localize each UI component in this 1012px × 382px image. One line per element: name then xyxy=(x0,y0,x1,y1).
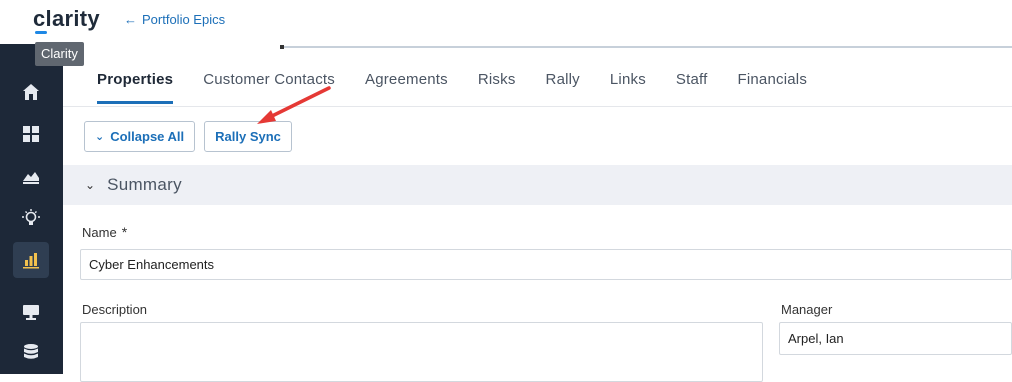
chevron-down-icon: ⌄ xyxy=(95,131,105,143)
monitor-icon xyxy=(23,305,39,320)
sidebar-item-projects[interactable] xyxy=(13,294,49,330)
tab-rally[interactable]: Rally xyxy=(531,58,595,104)
back-arrow-icon: ← xyxy=(124,12,137,27)
name-label-text: Name xyxy=(82,225,117,240)
tab-customer-contacts[interactable]: Customer Contacts xyxy=(188,58,350,104)
tabs-divider xyxy=(63,106,1012,107)
sidebar-item-dashboard[interactable] xyxy=(13,116,49,152)
tab-bar: Properties Customer Contacts Agreements … xyxy=(82,58,822,106)
collapse-all-button[interactable]: ⌄ Collapse All xyxy=(84,121,196,152)
tab-agreements[interactable]: Agreements xyxy=(350,58,463,104)
sidebar-item-ideas[interactable] xyxy=(13,200,49,236)
clarity-logo[interactable]: clarity xyxy=(33,6,100,32)
logo-accent xyxy=(35,31,47,34)
logo-tooltip: Clarity xyxy=(35,42,84,66)
name-label: Name * xyxy=(82,224,127,240)
description-field[interactable] xyxy=(80,322,763,382)
summary-section-header[interactable]: ⌄ Summary xyxy=(63,165,1012,205)
section-title: Summary xyxy=(107,175,182,194)
header-divider xyxy=(280,46,1012,48)
name-field[interactable]: Cyber Enhancements xyxy=(80,249,1012,280)
rally-sync-button[interactable]: Rally Sync xyxy=(204,121,292,152)
bar-chart-icon xyxy=(23,253,39,269)
required-marker: * xyxy=(121,224,128,240)
sidebar-item-home[interactable] xyxy=(13,74,49,110)
mountain-chart-icon xyxy=(23,172,39,184)
collapse-all-label: Collapse All xyxy=(110,129,185,144)
database-icon xyxy=(24,344,38,359)
manager-field[interactable]: Arpel, Ian xyxy=(779,322,1012,355)
description-label: Description xyxy=(82,302,148,317)
tab-links[interactable]: Links xyxy=(595,58,661,104)
tab-properties[interactable]: Properties xyxy=(82,58,188,104)
sidebar-item-portfolios[interactable] xyxy=(13,242,49,278)
chevron-down-icon: ⌄ xyxy=(85,178,96,192)
tab-risks[interactable]: Risks xyxy=(463,58,531,104)
toolbar: ⌄ Collapse All Rally Sync xyxy=(84,121,292,152)
rally-sync-label: Rally Sync xyxy=(215,129,281,144)
sidebar xyxy=(0,44,63,374)
home-icon xyxy=(23,84,39,100)
tab-staff[interactable]: Staff xyxy=(661,58,723,104)
header-divider-marker xyxy=(280,45,284,49)
top-bar: clarity ← Portfolio Epics xyxy=(0,0,1012,44)
back-link-label: Portfolio Epics xyxy=(142,12,226,27)
lightbulb-icon xyxy=(22,209,40,225)
dashboard-grid-icon xyxy=(23,126,39,142)
sidebar-item-roadmap[interactable] xyxy=(13,158,49,194)
tab-financials[interactable]: Financials xyxy=(723,58,823,104)
back-to-portfolio-epics-link[interactable]: ← Portfolio Epics xyxy=(124,12,225,27)
manager-label: Manager xyxy=(781,302,833,317)
sidebar-item-data[interactable] xyxy=(13,334,49,370)
